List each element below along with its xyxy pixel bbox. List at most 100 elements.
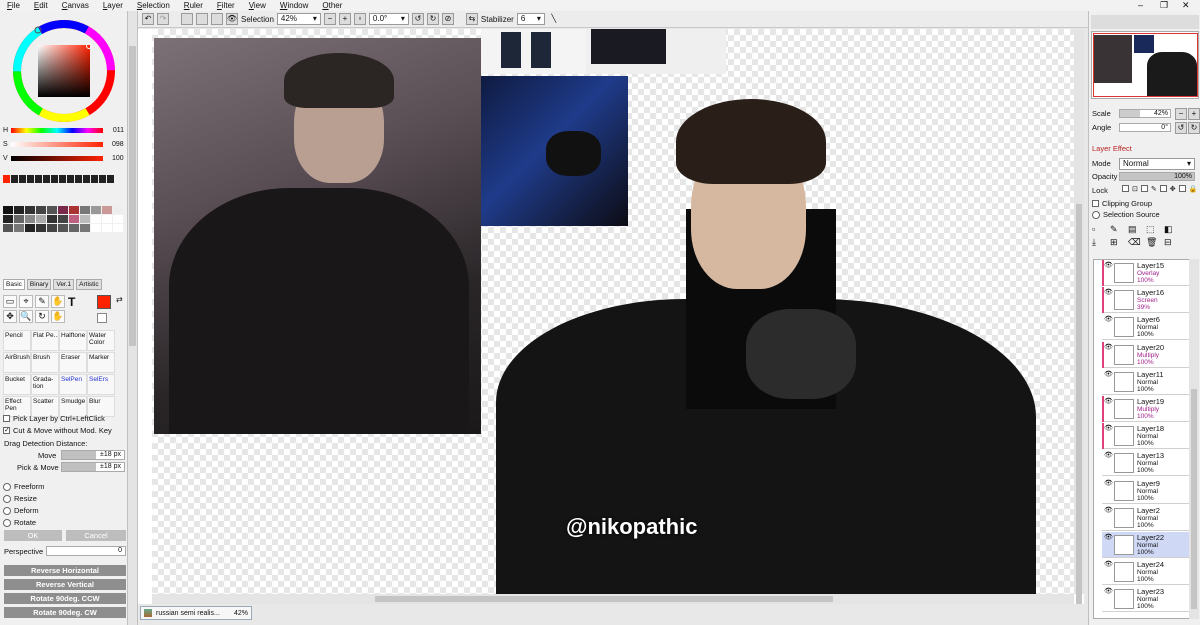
palette-swatch[interactable] bbox=[47, 215, 57, 223]
new-vector-layer-icon[interactable]: ✎ bbox=[1110, 224, 1128, 235]
rect-select-icon[interactable]: ▭ bbox=[3, 295, 17, 308]
lock-all-checkbox[interactable] bbox=[1178, 185, 1186, 192]
scale-slider[interactable]: 42% bbox=[1119, 109, 1171, 118]
perspective-field[interactable]: 0 bbox=[46, 546, 126, 556]
freeform-radio[interactable] bbox=[3, 482, 11, 491]
pick-layer-option[interactable]: Pick Layer by Ctrl+LeftClick bbox=[3, 414, 105, 423]
eye-icon[interactable]: 👁 bbox=[1104, 561, 1113, 568]
eye-icon[interactable]: 👁 bbox=[1104, 398, 1113, 405]
canvas-viewport[interactable]: @nikopathic bbox=[138, 29, 1084, 604]
layer-row[interactable]: 👁 Layer15 Overlay 100% bbox=[1102, 260, 1198, 286]
transfer-down-icon[interactable]: ⤓ bbox=[1092, 237, 1110, 248]
tab-artistic[interactable]: Artistic bbox=[76, 279, 102, 290]
layer-row[interactable]: 👁 Layer2 Normal 100% bbox=[1102, 504, 1198, 531]
cancel-button[interactable]: Cancel bbox=[66, 530, 126, 541]
secondary-color-swatch[interactable] bbox=[97, 313, 107, 323]
color-wheel[interactable] bbox=[12, 19, 116, 123]
lock-transparency-checkbox[interactable] bbox=[1122, 185, 1129, 192]
tab-binary[interactable]: Binary bbox=[26, 279, 52, 290]
zoom-icon[interactable]: 🔍 bbox=[19, 310, 33, 323]
zoom-in-button[interactable]: + bbox=[338, 13, 351, 25]
clipping-group-checkbox[interactable] bbox=[1092, 200, 1099, 207]
eye-icon[interactable]: 👁 bbox=[1104, 534, 1113, 541]
zoom-out-button[interactable]: − bbox=[323, 13, 336, 25]
saturation-bar[interactable] bbox=[10, 142, 103, 147]
palette-swatch[interactable] bbox=[58, 224, 68, 232]
eye-icon[interactable]: 👁 bbox=[1104, 371, 1113, 378]
rotate-ccw-button[interactable]: ↺ bbox=[411, 13, 424, 25]
swap-colors-icon[interactable]: ⇄ bbox=[116, 295, 123, 304]
value-bar[interactable] bbox=[10, 156, 103, 161]
rotate-reset-button[interactable]: ⊘ bbox=[441, 13, 454, 25]
menu-selection[interactable]: Selection bbox=[130, 0, 177, 11]
deform-option[interactable]: Deform bbox=[3, 506, 39, 515]
brush-marker[interactable]: Marker bbox=[87, 352, 115, 373]
eye-icon[interactable]: 👁 bbox=[1104, 425, 1113, 432]
menu-other[interactable]: Other bbox=[315, 0, 349, 11]
lock-move-checkbox[interactable] bbox=[1159, 185, 1167, 192]
brush-selpen[interactable]: SelPen bbox=[59, 374, 87, 395]
selection-source-radio[interactable] bbox=[1092, 210, 1100, 219]
menu-filter[interactable]: Filter bbox=[210, 0, 242, 11]
palette-swatch[interactable] bbox=[102, 206, 112, 214]
clipping-group-option[interactable]: Clipping Group bbox=[1092, 199, 1152, 208]
lock-paint-checkbox[interactable] bbox=[1140, 185, 1148, 192]
layer-row[interactable]: 👁 Layer6 Normal 100% bbox=[1102, 314, 1198, 341]
primary-color-swatch[interactable] bbox=[97, 295, 111, 309]
eye-icon[interactable]: 👁 bbox=[1104, 588, 1113, 595]
canvas-horizontal-scrollbar[interactable] bbox=[152, 594, 1074, 604]
move-icon[interactable]: ✥ bbox=[3, 310, 17, 323]
palette-swatch[interactable] bbox=[3, 215, 13, 223]
palette-swatch[interactable] bbox=[3, 206, 13, 214]
brush-selers[interactable]: SelErs bbox=[87, 374, 115, 395]
reverse-horizontal-button[interactable]: Reverse Horizontal bbox=[4, 565, 126, 576]
brush-brush[interactable]: Brush bbox=[31, 352, 59, 373]
close-icon[interactable]: ✕ bbox=[1182, 0, 1190, 11]
rotate-cw-button[interactable]: Rotate 90deg. CW bbox=[4, 607, 126, 618]
brush-eraser[interactable]: Eraser bbox=[59, 352, 87, 373]
eyedropper-icon[interactable]: ✋ bbox=[51, 310, 65, 323]
ok-button[interactable]: OK bbox=[4, 530, 62, 541]
tab-basic[interactable]: Basic bbox=[3, 279, 25, 290]
angle-field[interactable]: 0.0° ▾ bbox=[368, 13, 409, 25]
menu-edit[interactable]: Edit bbox=[27, 0, 55, 11]
menu-file[interactable]: File bbox=[0, 0, 27, 11]
pen-pressure-icon[interactable]: ╲ bbox=[548, 13, 560, 25]
flip-horizontal-icon[interactable]: ⇆ bbox=[465, 13, 478, 25]
brush-bucket[interactable]: Bucket bbox=[3, 374, 31, 395]
reverse-vertical-button[interactable]: Reverse Vertical bbox=[4, 579, 126, 590]
palette-swatch[interactable] bbox=[36, 206, 46, 214]
layer-effect-label[interactable]: Layer Effect bbox=[1092, 144, 1132, 153]
menu-layer[interactable]: Layer bbox=[96, 0, 130, 11]
palette-swatch[interactable] bbox=[58, 206, 68, 214]
pick-layer-checkbox[interactable] bbox=[3, 415, 10, 422]
eye-icon[interactable]: 👁 bbox=[1104, 507, 1113, 514]
freeform-option[interactable]: Freeform bbox=[3, 482, 44, 491]
layer-row[interactable]: 👁 Layer16 Screen 39% bbox=[1102, 287, 1198, 314]
layer-row[interactable]: 👁 Layer22 Normal 100% bbox=[1102, 532, 1198, 558]
eye-icon[interactable]: 👁 bbox=[1104, 344, 1113, 351]
palette-swatch[interactable] bbox=[69, 224, 79, 232]
deselect-button[interactable] bbox=[181, 13, 193, 25]
palette-swatch[interactable] bbox=[113, 206, 123, 214]
rotate-radio[interactable] bbox=[3, 518, 11, 527]
palette-swatch[interactable] bbox=[91, 215, 101, 223]
new-layer-icon[interactable]: ▫ bbox=[1092, 224, 1110, 235]
menu-view[interactable]: View bbox=[242, 0, 273, 11]
pick-move-distance-slider[interactable]: ±18 px bbox=[61, 462, 125, 472]
magic-wand-icon[interactable]: ✎ bbox=[35, 295, 49, 308]
left-panel-scrollbar[interactable] bbox=[128, 11, 138, 625]
recent-colors[interactable] bbox=[3, 175, 121, 183]
new-folder-icon[interactable]: ▤ bbox=[1128, 224, 1146, 235]
palette-swatch[interactable] bbox=[3, 224, 13, 232]
deform-radio[interactable] bbox=[3, 506, 11, 515]
palette-swatch[interactable] bbox=[80, 224, 90, 232]
palette-swatch[interactable] bbox=[14, 206, 24, 214]
move-distance-slider[interactable]: ±18 px bbox=[61, 450, 125, 460]
layer-link-icon[interactable]: ⊟ bbox=[1164, 237, 1182, 248]
opacity-slider[interactable]: 100% bbox=[1119, 172, 1195, 181]
palette-swatch[interactable] bbox=[102, 224, 112, 232]
palette-swatch[interactable] bbox=[102, 215, 112, 223]
palette-swatch[interactable] bbox=[25, 206, 35, 214]
swatch-palette[interactable] bbox=[3, 206, 123, 232]
